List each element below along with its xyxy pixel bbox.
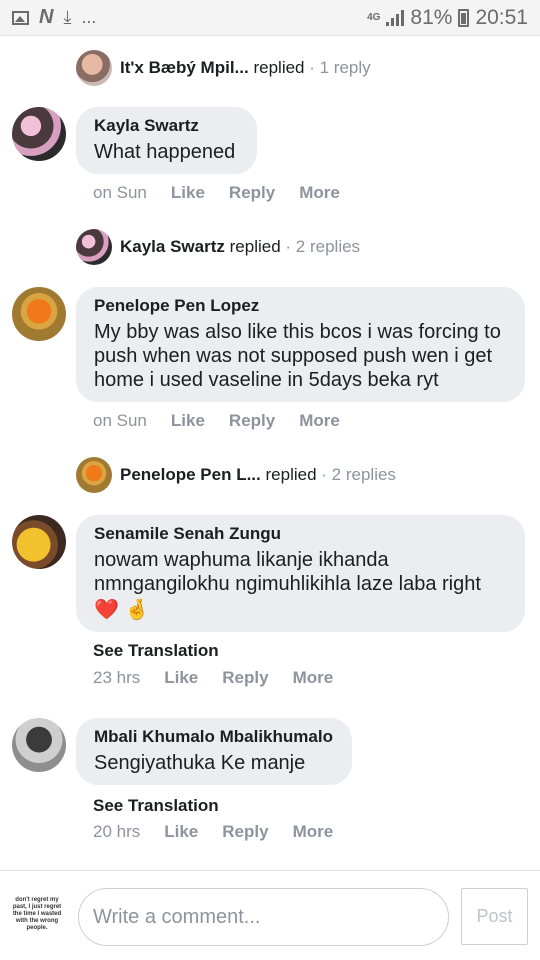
status-left: N ⤓ ... — [12, 6, 96, 29]
reply-author: Kayla Swartz — [120, 237, 225, 256]
see-translation-link[interactable]: See Translation — [93, 641, 219, 661]
reply-count: · 2 replies — [285, 237, 361, 256]
comment-bubble: Penelope Pen Lopez My bby was also like … — [76, 287, 525, 402]
comment-time: on Sun — [93, 183, 147, 202]
comment-text: What happened — [94, 141, 236, 163]
avatar[interactable] — [12, 107, 66, 161]
comment-emoji: ❤️ 🤞 — [94, 599, 150, 621]
avatar[interactable] — [12, 287, 66, 341]
comment-text: nowam waphuma likanje ikhanda nmngangilo… — [94, 549, 481, 595]
comment-author[interactable]: Penelope Pen Lopez — [94, 296, 507, 316]
comment-composer: don't regret my past, I just regret the … — [0, 870, 540, 960]
status-right: 4G 81% 20:51 — [367, 6, 528, 30]
like-button[interactable]: Like — [164, 822, 198, 842]
more-button[interactable]: More — [299, 411, 340, 431]
more-button[interactable]: More — [299, 183, 340, 203]
reply-summary[interactable]: Kayla Swartz replied · 2 replies — [120, 237, 360, 257]
comment-time: on Sun — [93, 411, 147, 430]
user-avatar: don't regret my past, I just regret the … — [12, 897, 62, 931]
comment-author[interactable]: Mbali Khumalo Mbalikhumalo — [94, 727, 334, 747]
comment-time: 23 hrs — [93, 668, 141, 687]
comment-author[interactable]: Kayla Swartz — [94, 116, 239, 136]
gallery-icon — [12, 10, 29, 25]
download-icon: ⤓ — [63, 7, 72, 27]
avatar[interactable] — [76, 50, 112, 86]
like-button[interactable]: Like — [171, 183, 205, 203]
overflow-dots: ... — [81, 7, 97, 27]
avatar[interactable] — [12, 718, 66, 772]
battery-icon — [458, 8, 470, 27]
reply-author: It'x Bæbý Mpil... — [120, 58, 249, 77]
avatar[interactable] — [76, 457, 112, 493]
clock: 20:51 — [475, 5, 528, 29]
reply-summary[interactable]: It'x Bæbý Mpil... replied · 1 reply — [120, 58, 371, 78]
reply-summary[interactable]: Penelope Pen L... replied · 2 replies — [120, 465, 396, 485]
avatar[interactable] — [12, 515, 66, 569]
comment-actions: on Sun Like Reply More — [93, 411, 340, 431]
comment-bubble: Kayla Swartz What happened — [76, 107, 257, 174]
avatar[interactable] — [76, 229, 112, 265]
see-translation-link[interactable]: See Translation — [93, 796, 219, 816]
reply-author: Penelope Pen L... — [120, 465, 261, 484]
reply-count: · 1 reply — [309, 58, 371, 77]
status-bar: N ⤓ ... 4G 81% 20:51 — [0, 0, 540, 36]
comment-actions: 23 hrs Like Reply More — [93, 668, 333, 688]
reply-button[interactable]: Reply — [229, 411, 275, 431]
reply-button[interactable]: Reply — [222, 822, 268, 842]
comment-bubble: Senamile Senah Zungu nowam waphuma likan… — [76, 515, 525, 632]
more-button[interactable]: More — [293, 668, 334, 688]
news-app-icon: N — [39, 6, 54, 28]
reply-verb: replied — [229, 237, 281, 256]
comment-time: 20 hrs — [93, 822, 141, 841]
battery-percent: 81% — [410, 5, 453, 29]
reply-verb: replied — [253, 58, 305, 77]
reply-button[interactable]: Reply — [222, 668, 268, 688]
comment-bubble: Mbali Khumalo Mbalikhumalo Sengiyathuka … — [76, 718, 352, 785]
like-button[interactable]: Like — [171, 411, 205, 431]
reply-button[interactable]: Reply — [229, 183, 275, 203]
comment-input[interactable] — [78, 888, 449, 946]
comment-actions: 20 hrs Like Reply More — [93, 822, 333, 842]
post-button[interactable]: Post — [461, 888, 528, 945]
more-button[interactable]: More — [293, 822, 334, 842]
reply-verb: replied — [265, 465, 317, 484]
comment-text: Sengiyathuka Ke manje — [94, 752, 306, 774]
comment-actions: on Sun Like Reply More — [93, 183, 340, 203]
network-type: 4G — [367, 11, 381, 23]
signal-icon — [386, 9, 405, 26]
comment-author[interactable]: Senamile Senah Zungu — [94, 524, 507, 544]
like-button[interactable]: Like — [164, 668, 198, 688]
reply-count: · 2 replies — [321, 465, 396, 484]
comment-text: My bby was also like this bcos i was for… — [94, 321, 501, 391]
